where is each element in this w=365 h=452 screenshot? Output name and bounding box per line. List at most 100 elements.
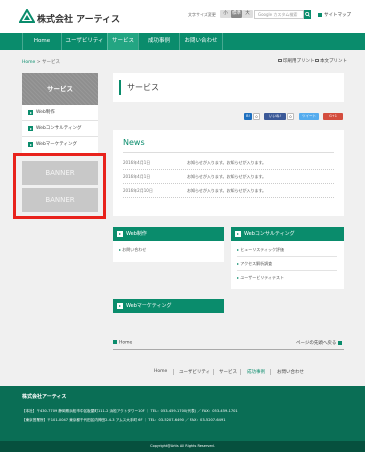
font-size-medium-button[interactable]: 標準 — [231, 10, 242, 18]
text-print-link[interactable]: 本文プリント — [315, 58, 347, 64]
divider — [113, 349, 344, 350]
global-nav: Home ユーザビリティ サービス 成功事例 お問い合わせ — [0, 33, 365, 50]
web-consulting-box: Webコンサルティング ▸ ヒューリスティック評価 ▸ アクセス解析調査 ▸ ユ… — [231, 227, 344, 289]
arrow-icon — [28, 110, 33, 115]
news-panel: News 2016年4月1日 お知らせが入ります。お知らせが入ります。 2016… — [113, 130, 344, 216]
nav-home[interactable]: Home — [22, 33, 61, 50]
box-title: Webコンサルティング — [244, 231, 295, 237]
text-print-label: 本文プリント — [320, 59, 347, 64]
facebook-count: 0 — [287, 113, 294, 120]
footer-nav-service[interactable]: サービス — [219, 369, 237, 375]
back-to-top-link[interactable]: ページの先頭へ戻る — [296, 340, 343, 346]
sidebar-item-web-consulting[interactable]: Webコンサルティング — [22, 121, 98, 137]
back-to-top-label: ページの先頭へ戻る — [296, 341, 337, 346]
logo-icon[interactable] — [19, 9, 35, 23]
breadcrumb: Home > サービス — [22, 59, 60, 65]
sidebar-menu: Web制作 Webコンサルティング Webマーケティング — [22, 105, 98, 154]
box-link-label: ユーザービリティテスト — [240, 275, 284, 280]
footer-address-tokyo-office: 【東京営業所】〒101-0047 東京都千代田区内神田2-4-3 アムス大手町 … — [22, 418, 226, 422]
home-icon — [113, 340, 117, 344]
nav-contact[interactable]: お問い合わせ — [179, 33, 223, 50]
title-accent-bar — [119, 80, 121, 95]
hatena-bookmark-button[interactable]: B! — [244, 113, 252, 120]
footer-company-name: 株式会社アーティス — [22, 394, 67, 400]
divider — [240, 369, 241, 375]
font-size-label: 文字サイズ変更 — [188, 12, 216, 17]
footer-nav-home[interactable]: Home — [154, 369, 167, 374]
box-link[interactable]: ▸ ヒューリスティック評価 — [237, 247, 284, 253]
nav-case-studies[interactable]: 成功事例 — [138, 33, 179, 50]
sidebar-item-web-production[interactable]: Web制作 — [22, 105, 98, 121]
chevron-up-icon — [338, 340, 343, 345]
box-link[interactable]: ▸ お問い合わせ — [119, 247, 146, 253]
box-title: Webマーケティング — [126, 303, 172, 309]
news-date: 2016年4月1日 — [123, 160, 151, 165]
arrow-icon — [235, 231, 241, 237]
arrow-icon — [117, 231, 123, 237]
sitemap-label: サイトマップ — [324, 13, 351, 18]
box-link[interactable]: ▸ ユーザービリティテスト — [237, 275, 284, 281]
web-marketing-box: Webマーケティング — [113, 299, 224, 313]
news-text: お知らせが入ります。お知らせが入ります。 — [187, 174, 267, 179]
divider — [237, 270, 337, 271]
news-item[interactable]: 2016年4月1日 お知らせが入ります。お知らせが入ります。 — [123, 156, 334, 170]
news-item[interactable]: 2016年2月10日 お知らせが入ります。お知らせが入ります。 — [123, 184, 334, 198]
sidebar-item-web-marketing[interactable]: Webマーケティング — [22, 137, 98, 153]
pager-home[interactable]: Home — [113, 340, 132, 346]
printer-icon — [315, 59, 319, 62]
news-date: 2016年4月1日 — [123, 174, 151, 179]
nav-usability[interactable]: ユーザビリティ — [61, 33, 107, 50]
news-item[interactable]: 2016年4月1日 お知らせが入ります。お知らせが入ります。 — [123, 170, 334, 184]
print-link[interactable]: 印刷用プリント — [278, 58, 315, 64]
news-date: 2016年2月10日 — [123, 188, 153, 193]
font-size-small-button[interactable]: 小 — [220, 10, 231, 18]
nav-service[interactable]: サービス — [107, 33, 138, 50]
facebook-like-button[interactable]: いいね! — [264, 113, 286, 120]
news-text: お知らせが入ります。お知らせが入ります。 — [187, 188, 267, 193]
footer-nav-usability[interactable]: ユーザビリティ — [179, 369, 210, 375]
footer-address-head-office: 【本社】〒430-7709 静岡県浜松市中区板屋町111-2 浜松アクトタワー1… — [22, 409, 238, 413]
news-text: お知らせが入ります。お知らせが入ります。 — [187, 160, 267, 165]
hatena-count: 0 — [253, 113, 260, 120]
box-link[interactable]: ▸ アクセス解析調査 — [237, 261, 272, 267]
footer-nav-contact[interactable]: お問い合わせ — [277, 369, 304, 375]
box-header[interactable]: Web制作 — [113, 227, 224, 241]
page-title: サービス — [127, 83, 159, 92]
breadcrumb-separator: > — [36, 60, 41, 65]
search-input[interactable]: Google カスタム検索 — [254, 10, 304, 19]
sidebar-item-label: Web制作 — [36, 110, 55, 115]
web-production-box: Web制作 ▸ お問い合わせ — [113, 227, 224, 262]
box-link-label: アクセス解析調査 — [240, 261, 273, 266]
company-logo-text[interactable]: 株式会社 アーティス — [37, 12, 120, 25]
box-title: Web制作 — [126, 231, 147, 237]
tweet-button[interactable]: ツイート — [299, 113, 319, 120]
search-button[interactable] — [304, 10, 311, 19]
divider — [123, 152, 334, 153]
sitemap-icon — [318, 12, 322, 17]
sidebar-title: サービス — [22, 73, 98, 105]
google-plus-button[interactable]: G+1 — [323, 113, 343, 120]
box-body: ▸ お問い合わせ — [113, 241, 224, 262]
sitemap-link[interactable]: サイトマップ — [318, 12, 351, 18]
box-link-label: ヒューリスティック評価 — [240, 247, 285, 252]
breadcrumb-current: サービス — [41, 60, 60, 65]
copyright: Copyright@Artis All Rights Reserved. — [0, 441, 365, 452]
footer-nav-case-studies[interactable]: 成功事例 — [247, 369, 265, 375]
divider — [237, 256, 337, 257]
highlight-box — [13, 153, 106, 219]
printer-icon — [278, 59, 282, 62]
pager-home-label: Home — [119, 340, 133, 346]
divider — [173, 369, 174, 375]
breadcrumb-home[interactable]: Home — [22, 60, 35, 65]
arrow-icon — [117, 303, 123, 309]
box-header[interactable]: Webマーケティング — [113, 299, 224, 313]
box-body: ▸ ヒューリスティック評価 ▸ アクセス解析調査 ▸ ユーザービリティテスト — [231, 241, 344, 289]
search-icon — [305, 12, 310, 17]
box-header[interactable]: Webコンサルティング — [231, 227, 344, 241]
arrow-icon — [28, 142, 33, 147]
print-label: 印刷用プリント — [283, 59, 315, 64]
box-link-label: お問い合わせ — [122, 247, 147, 252]
divider — [213, 369, 214, 375]
font-size-large-button[interactable]: 大 — [242, 10, 253, 18]
sidebar-item-label: Webマーケティング — [36, 142, 77, 147]
